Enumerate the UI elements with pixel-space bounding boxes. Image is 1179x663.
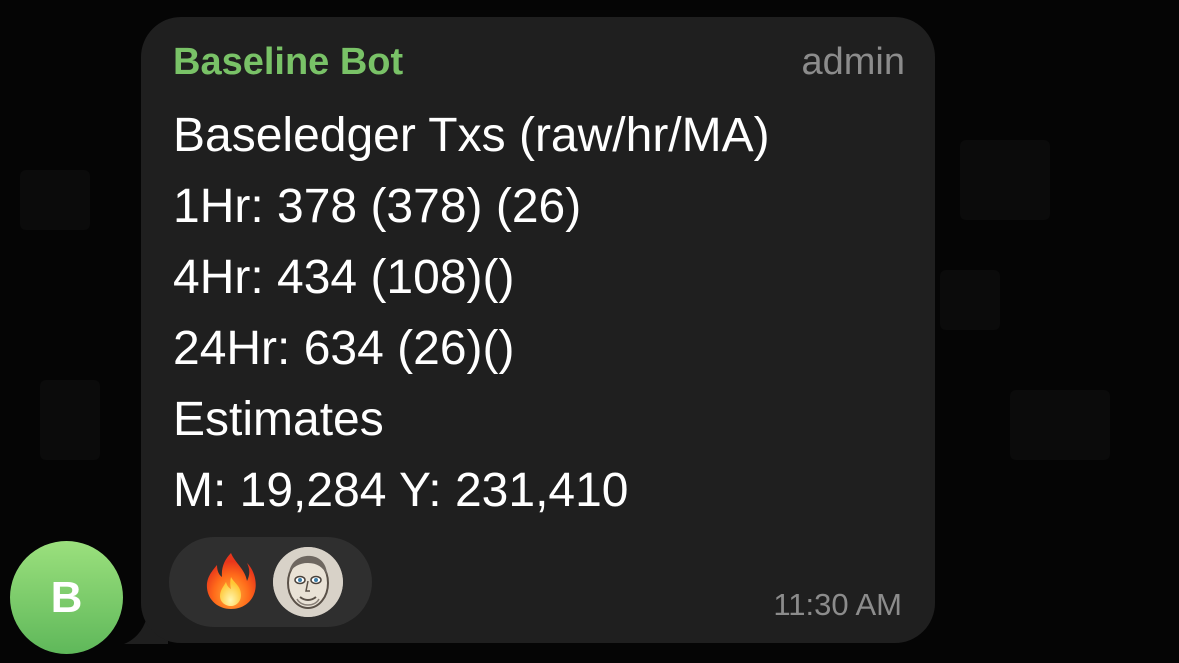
- avatar-initial: B: [50, 572, 83, 622]
- background-pattern: [960, 140, 1050, 220]
- sender-role-badge: admin: [801, 41, 906, 83]
- reaction-pill[interactable]: [169, 537, 372, 627]
- background-pattern: [1010, 390, 1110, 460]
- message-line: 1Hr: 378 (378) (26): [173, 180, 582, 233]
- message-timestamp: 11:30 AM: [773, 587, 902, 622]
- message-line: Estimates: [173, 393, 384, 446]
- user-avatar-reaction: [273, 547, 343, 617]
- fire-emoji-icon: [206, 553, 256, 609]
- message-text: Baseledger Txs (raw/hr/MA) 1Hr: 378 (378…: [173, 100, 913, 526]
- background-pattern: [940, 270, 1000, 330]
- message-line: 24Hr: 634 (26)(): [173, 322, 515, 375]
- message-line: M: 19,284 Y: 231,410: [173, 464, 629, 517]
- sender-name[interactable]: Baseline Bot: [173, 38, 403, 86]
- message-line: 4Hr: 434 (108)(): [173, 251, 515, 304]
- background-pattern: [20, 170, 90, 230]
- message-line: Baseledger Txs (raw/hr/MA): [173, 109, 770, 162]
- sender-avatar[interactable]: B: [10, 541, 123, 654]
- background-pattern: [40, 380, 100, 460]
- chat-view: Baseline Bot admin Baseledger Txs (raw/h…: [0, 0, 1179, 663]
